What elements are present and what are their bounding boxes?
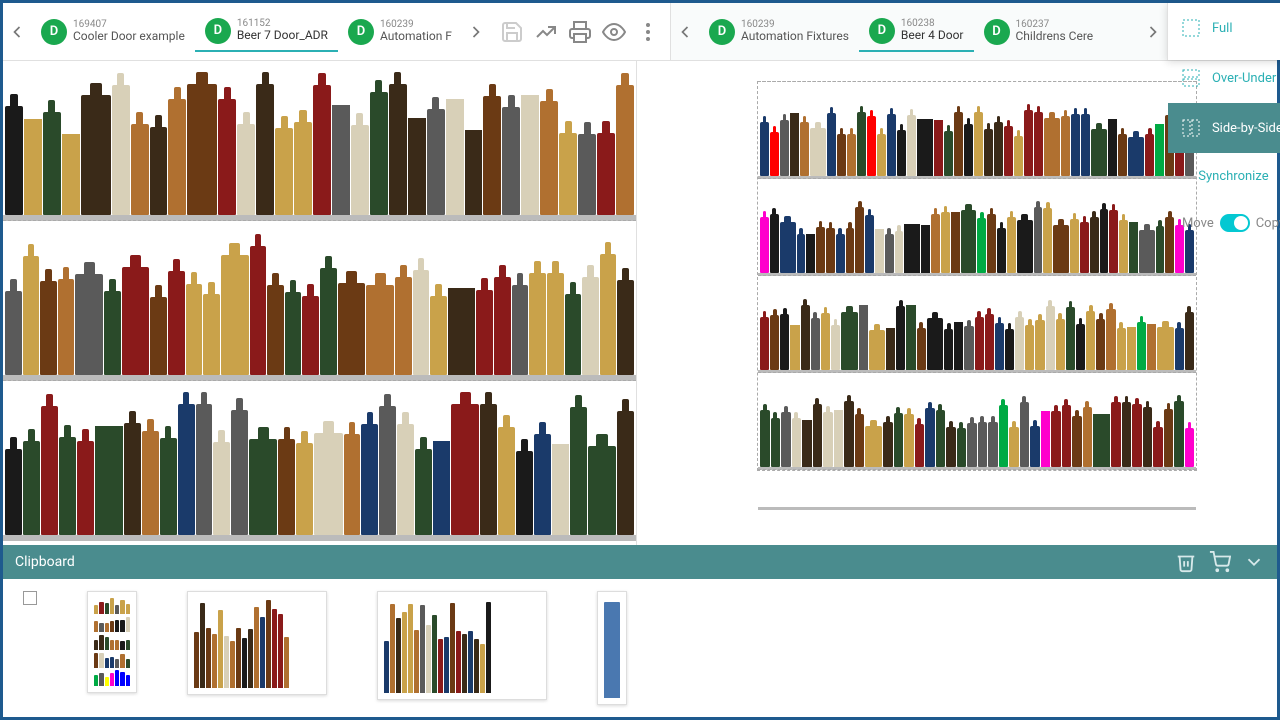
clipboard-thumbnail[interactable] <box>597 591 627 705</box>
side-by-side-icon <box>1182 119 1200 137</box>
left-planogram-canvas[interactable] <box>3 61 637 545</box>
full-view-icon <box>1182 19 1200 37</box>
clipboard-cart-button[interactable] <box>1209 551 1231 573</box>
view-mode-label: Over-Under <box>1212 71 1276 86</box>
clipboard-panel: Clipboard <box>3 545 1277 717</box>
status-avatar: D <box>348 19 374 45</box>
tab-cooler-door[interactable]: D 169407Cooler Door example <box>31 12 195 52</box>
tab-id: 161152 <box>237 18 328 29</box>
clipboard-expand-button[interactable] <box>1243 551 1265 573</box>
save-button <box>500 20 524 44</box>
left-tabs-next[interactable] <box>462 3 490 61</box>
tab-name: Beer 7 Door_ADR <box>237 29 328 42</box>
over-under-icon <box>1182 69 1200 87</box>
right-tabs-prev[interactable] <box>671 3 699 61</box>
tab-id: 160238 <box>901 18 964 29</box>
tab-automation-f[interactable]: D 160239Automation F <box>338 12 462 52</box>
left-tabs-prev[interactable] <box>3 3 31 61</box>
right-tabs-next[interactable] <box>1139 3 1167 61</box>
right-tabs: D 160239Automation Fixtures D 160238Beer… <box>699 12 1139 52</box>
status-avatar: D <box>709 19 735 45</box>
view-mode-menu: FullOver-UnderSide-by-SideSynchronizeMov… <box>1167 3 1280 60</box>
tab-name: Childrens Cere <box>1016 30 1094 43</box>
move-copy-toggle[interactable] <box>1220 214 1250 232</box>
tab-name: Cooler Door example <box>73 30 185 43</box>
tab-beer-7-door[interactable]: D 161152Beer 7 Door_ADR <box>195 12 338 52</box>
tab-id: 160239 <box>380 19 452 30</box>
view-mode-side-by-side[interactable]: Side-by-Side <box>1168 103 1280 153</box>
view-mode-over-under[interactable]: Over-Under <box>1168 53 1280 103</box>
trend-button[interactable] <box>534 20 558 44</box>
preview-button[interactable] <box>602 20 626 44</box>
clipboard-select-all-checkbox[interactable] <box>23 591 37 605</box>
tab-childrens-cereal[interactable]: D 160237Childrens Cere <box>974 12 1104 52</box>
status-avatar: D <box>869 18 895 44</box>
left-tabs: D 169407Cooler Door example D 161152Beer… <box>31 12 462 52</box>
view-mode-label: Side-by-Side <box>1212 121 1280 136</box>
status-avatar: D <box>205 18 231 44</box>
synchronize-button[interactable]: Synchronize <box>1168 153 1280 200</box>
more-button[interactable] <box>636 20 660 44</box>
tab-automation-fixtures[interactable]: D 160239Automation Fixtures <box>699 12 859 52</box>
left-pane-header: D 169407Cooler Door example D 161152Beer… <box>3 3 671 60</box>
move-copy-toggle-row: Move Copy <box>1168 200 1280 246</box>
clipboard-title: Clipboard <box>15 554 75 570</box>
status-avatar: D <box>984 19 1010 45</box>
clipboard-trash-button[interactable] <box>1175 551 1197 573</box>
tab-name: Beer 4 Door <box>901 29 964 42</box>
right-pane-header: D 160239Automation Fixtures D 160238Beer… <box>671 3 1167 60</box>
tab-beer-4-door[interactable]: D 160238Beer 4 Door <box>859 12 974 52</box>
tab-id: 160239 <box>741 19 849 30</box>
clipboard-thumbnail[interactable] <box>377 591 547 700</box>
view-mode-label: Full <box>1212 21 1233 36</box>
clipboard-thumbnail[interactable] <box>87 591 137 693</box>
toggle-label-move: Move <box>1182 216 1214 231</box>
tab-name: Automation F <box>380 30 452 43</box>
view-mode-full[interactable]: Full <box>1168 3 1280 53</box>
toggle-label-copy: Copy <box>1256 216 1280 231</box>
tab-id: 160237 <box>1016 19 1094 30</box>
clipboard-thumbnail[interactable] <box>187 591 327 695</box>
tab-name: Automation Fixtures <box>741 30 849 43</box>
tab-id: 169407 <box>73 19 185 30</box>
print-button[interactable] <box>568 20 592 44</box>
status-avatar: D <box>41 19 67 45</box>
